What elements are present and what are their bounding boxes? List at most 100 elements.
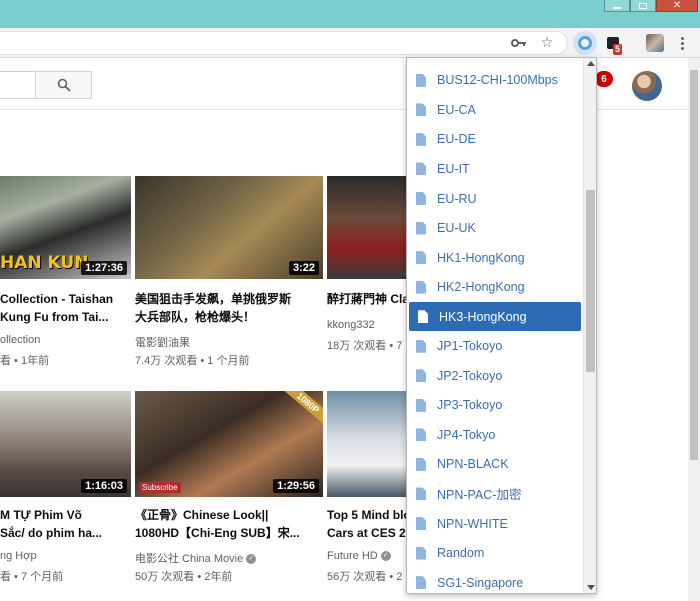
proxy-item-label: SG1-Singapore <box>437 575 524 590</box>
video-channel[interactable]: ng Hợp <box>0 550 131 562</box>
video-channel[interactable]: 電影劉油果 <box>135 334 325 350</box>
proxy-item[interactable]: NPN-BLACK <box>407 450 583 480</box>
proxy-item[interactable]: EU-RU <box>407 184 583 214</box>
key-icon[interactable] <box>510 34 528 52</box>
scroll-up-icon[interactable] <box>587 61 595 66</box>
proxy-item[interactable]: EU-UK <box>407 213 583 243</box>
notification-badge[interactable]: 6 <box>595 71 613 87</box>
document-icon <box>416 103 426 117</box>
popup-scrollbar-thumb[interactable] <box>586 190 595 372</box>
proxy-item[interactable]: HK2-HongKong <box>407 272 583 302</box>
proxy-item[interactable]: EU-IT <box>407 154 583 184</box>
document-icon <box>416 487 426 501</box>
menu-icon[interactable] <box>676 33 688 53</box>
proxy-item[interactable]: NPN-WHITE <box>407 509 583 539</box>
proxy-item-label: Random <box>437 546 485 561</box>
video-meta: 56万 次观看 • 2 <box>327 571 403 583</box>
address-bar[interactable] <box>0 31 568 55</box>
video-thumbnail[interactable]: 3:22 <box>135 176 323 279</box>
proxy-item[interactable]: EU-DE <box>407 125 583 155</box>
minimize-button[interactable] <box>604 0 630 12</box>
video-duration: 1:16:03 <box>81 479 127 493</box>
proxy-item[interactable]: NPN-PAC-加密 <box>407 479 583 509</box>
video-meta: 看 • 1年前 <box>0 355 50 367</box>
video-channel[interactable]: kkong332 <box>327 319 407 331</box>
proxy-item-label: EU-UK <box>437 221 476 236</box>
video-thumbnail[interactable]: 1080P Subscribe 1:29:56 <box>135 391 323 497</box>
search-button[interactable] <box>35 71 92 99</box>
avatar[interactable] <box>632 71 662 101</box>
proxy-item[interactable]: JP3-Tokoyo <box>407 391 583 421</box>
maximize-icon <box>639 2 647 9</box>
video-title[interactable]: Top 5 Mind blo Cars at CES 20 <box>327 506 407 542</box>
document-icon <box>416 192 426 205</box>
proxy-item[interactable]: JP4-Tokyo <box>407 420 583 450</box>
page-scrollbar-thumb[interactable] <box>690 70 698 460</box>
close-icon: ✕ <box>672 0 682 11</box>
document-icon <box>416 457 426 471</box>
scroll-down-icon[interactable] <box>587 585 595 590</box>
video-duration: 1:27:36 <box>81 261 127 275</box>
proxy-item[interactable]: HK1-HongKong <box>407 243 583 273</box>
video-thumbnail[interactable] <box>327 176 407 279</box>
proxy-item[interactable]: Random <box>407 538 583 568</box>
document-icon <box>416 339 426 353</box>
video-title[interactable]: Collection - Taishan Kung Fu from Tai... <box>0 290 131 326</box>
proxy-server-popup: BUS11-SEA-1Gbps BUS12-CHI-100Mbps EU-CA EU-… <box>406 57 597 594</box>
document-icon <box>416 428 426 442</box>
video-channel[interactable]: ollection <box>0 334 131 346</box>
proxy-item-label: HK2-HongKong <box>437 280 525 295</box>
document-icon <box>416 576 426 590</box>
video-title[interactable]: 醉打蔣門神 Cla <box>327 290 407 308</box>
proxy-item-selected[interactable]: HK3-HongKong <box>409 301 581 332</box>
proxy-item-label: NPN-BLACK <box>437 457 509 472</box>
video-channel[interactable]: 电影公社 China Movie ✓ <box>135 550 325 566</box>
video-title[interactable]: 《正骨》Chinese Look|| 1080HD【Chi-Eng SUB】宋..… <box>135 506 325 542</box>
search-input[interactable] <box>0 71 36 99</box>
proxy-item[interactable]: BUS11-SEA-1Gbps <box>407 58 583 66</box>
verified-icon: ✓ <box>246 554 257 565</box>
video-meta: 7.4万 次观看 • 1 个月前 <box>135 355 250 367</box>
verified-icon: ✓ <box>380 551 391 562</box>
hd-tag: 1080P <box>284 391 323 424</box>
document-icon <box>416 221 426 235</box>
video-thumbnail[interactable] <box>327 391 407 497</box>
proxy-server-list: BUS11-SEA-1Gbps BUS12-CHI-100Mbps EU-CA EU-… <box>407 58 583 593</box>
extension-badge: 5 <box>613 44 623 55</box>
video-thumbnail[interactable]: 1:16:03 <box>0 391 131 497</box>
proxy-item-label: HK1-HongKong <box>437 250 525 265</box>
proxy-item-label: BUS12-CHI-100Mbps <box>437 73 558 88</box>
proxy-item-label: EU-CA <box>437 102 476 117</box>
proxy-item[interactable]: JP1-Tokoyo <box>407 331 583 361</box>
star-icon[interactable]: ☆ <box>538 34 556 52</box>
proxy-item-label: EU-RU <box>437 191 477 206</box>
proxy-item[interactable]: JP2-Tokoyo <box>407 361 583 391</box>
maximize-button[interactable] <box>630 0 656 12</box>
popup-scrollbar[interactable] <box>583 58 596 593</box>
close-button[interactable]: ✕ <box>656 0 698 12</box>
video-meta: 50万 次观看 • 2年前 <box>135 571 233 583</box>
video-channel[interactable]: Future HD ✓ <box>327 550 407 562</box>
document-icon <box>416 73 426 87</box>
proxy-item-label: NPN-WHITE <box>437 516 508 531</box>
proxy-item[interactable]: BUS12-CHI-100Mbps <box>407 66 583 96</box>
proxy-item-label: JP4-Tokyo <box>437 427 496 442</box>
proxy-item-label: EU-DE <box>437 132 476 147</box>
document-icon <box>416 398 426 412</box>
document-icon <box>416 132 426 146</box>
document-icon <box>418 310 428 324</box>
video-thumbnail[interactable]: HAN KUN 1:27:36 <box>0 176 131 279</box>
video-title[interactable]: M TỰ Phim Võ Sắc/ do phim ha... <box>0 506 131 542</box>
proxy-item-label: EU-IT <box>437 161 470 176</box>
proxy-item[interactable]: EU-CA <box>407 95 583 125</box>
video-meta: 18万 次观看 • 7 <box>327 340 403 352</box>
window-titlebar: ✕ <box>0 0 700 28</box>
proxy-extension-icon <box>578 36 592 50</box>
profile-icon[interactable] <box>646 34 664 52</box>
document-icon <box>416 369 426 383</box>
proxy-item[interactable]: SG1-Singapore <box>407 568 583 593</box>
search-icon <box>57 78 71 92</box>
video-title[interactable]: 美国狙击手发飙，单挑俄罗斯 大兵部队，枪枪爆头！ <box>135 290 325 326</box>
window-controls: ✕ <box>604 0 698 12</box>
proxy-extension-button[interactable] <box>573 31 597 55</box>
